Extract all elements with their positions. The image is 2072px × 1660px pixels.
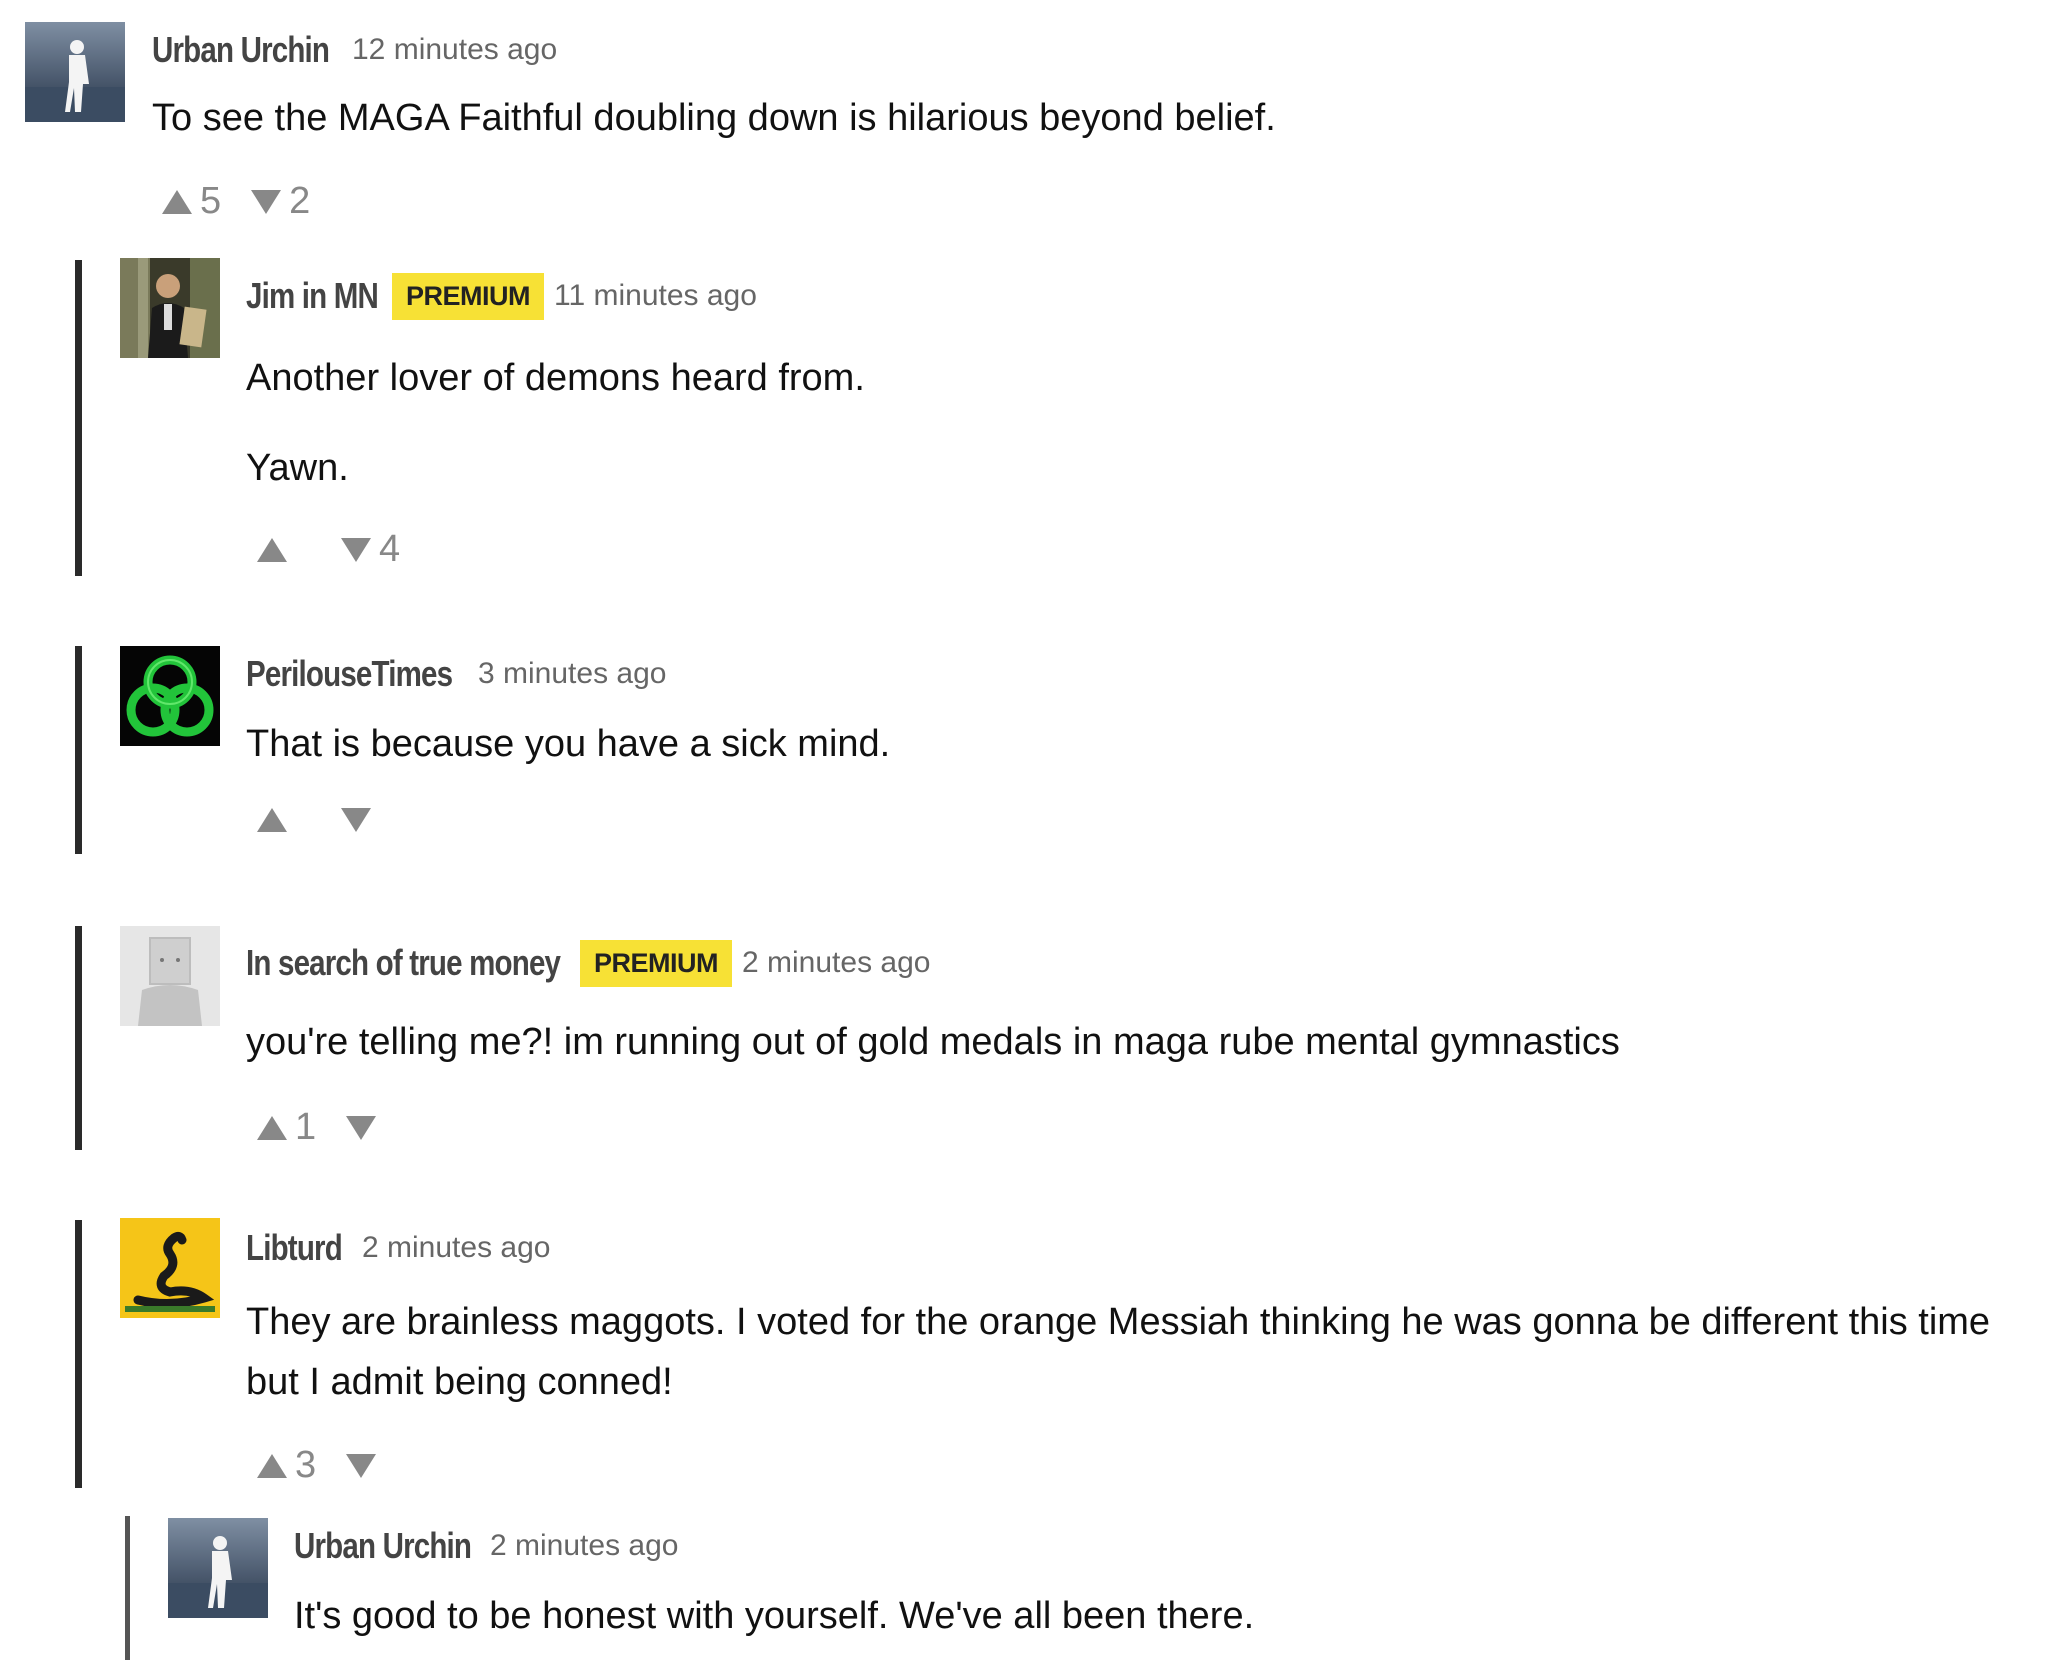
downvote-button[interactable]: [346, 1453, 394, 1478]
premium-badge: PREMIUM: [392, 272, 544, 320]
comment-body: That is because you have a sick mind.: [246, 714, 2026, 774]
thread-rail: [75, 260, 82, 576]
avatar[interactable]: [120, 646, 220, 746]
urban-urchin-avatar: [168, 1518, 268, 1618]
avatar[interactable]: [25, 22, 125, 122]
comment-text: That is because you have a sick mind.: [246, 723, 891, 765]
vote-bar: 5 2: [162, 180, 310, 223]
downvote-icon: [251, 189, 282, 214]
urban-urchin-avatar: [25, 22, 125, 122]
comment-text: you're telling me?! im running out of go…: [246, 1021, 1620, 1063]
comment-author[interactable]: Libturd: [246, 1227, 343, 1269]
box-head-avatar: [120, 926, 220, 1026]
avatar[interactable]: [120, 1218, 220, 1318]
upvote-count: 1: [295, 1106, 317, 1148]
comment-body: They are brainless maggots. I voted for …: [246, 1292, 2036, 1412]
downvote-count: 4: [379, 528, 401, 570]
downvote-icon: [341, 537, 371, 562]
thread-rail: [75, 926, 82, 1150]
thread-rail: [75, 646, 82, 854]
jim-avatar: [120, 258, 220, 358]
comment-body: Another lover of demons heard from. Yawn…: [246, 348, 2026, 498]
comment-body: you're telling me?! im running out of go…: [246, 1012, 2026, 1072]
comment-author[interactable]: Urban Urchin: [294, 1525, 472, 1567]
comment-author[interactable]: PerilouseTimes: [246, 653, 453, 695]
thread-rail: [125, 1516, 130, 1660]
comment-timestamp[interactable]: 2 minutes ago: [742, 946, 930, 980]
upvote-button[interactable]: [257, 537, 305, 562]
comment-body: It's good to be honest with yourself. We…: [294, 1586, 2034, 1646]
comment-body: To see the MAGA Faithful doubling down i…: [152, 88, 2002, 148]
comment-text: Yawn.: [246, 447, 349, 489]
downvote-button[interactable]: 2: [251, 180, 310, 223]
vote-bar: 4: [257, 528, 400, 571]
upvote-button[interactable]: 3: [257, 1444, 316, 1487]
premium-badge: PREMIUM: [580, 939, 732, 987]
comment-timestamp[interactable]: 11 minutes ago: [554, 279, 757, 313]
comment-timestamp[interactable]: 2 minutes ago: [490, 1529, 678, 1563]
upvote-button[interactable]: 1: [257, 1106, 316, 1149]
thread-rail: [75, 1220, 82, 1488]
vote-bar: [257, 808, 389, 832]
comment-text: They are brainless maggots. I voted for …: [246, 1301, 1991, 1403]
vote-bar: 1: [257, 1106, 394, 1149]
comment-author[interactable]: In search of true money: [246, 942, 561, 984]
downvote-button[interactable]: [346, 1115, 394, 1140]
downvote-count: 2: [289, 180, 311, 222]
avatar[interactable]: [168, 1518, 268, 1618]
downvote-button[interactable]: [341, 808, 389, 832]
upvote-count: 5: [200, 180, 222, 222]
vote-bar: 3: [257, 1444, 394, 1487]
upvote-button[interactable]: [257, 808, 305, 832]
upvote-icon: [257, 1453, 287, 1478]
gadsden-flag-avatar: [120, 1218, 220, 1318]
comment-timestamp[interactable]: 3 minutes ago: [478, 657, 666, 691]
upvote-icon: [257, 1115, 287, 1140]
avatar[interactable]: [120, 926, 220, 1026]
avatar[interactable]: [120, 258, 220, 358]
comment-author[interactable]: Urban Urchin: [152, 29, 330, 71]
comment-timestamp[interactable]: 2 minutes ago: [362, 1231, 550, 1265]
upvote-icon: [162, 189, 192, 214]
comment-timestamp[interactable]: 12 minutes ago: [352, 33, 557, 67]
downvote-icon: [346, 1453, 377, 1478]
comment-text: To see the MAGA Faithful doubling down i…: [152, 97, 1276, 139]
upvote-button[interactable]: 5: [162, 180, 221, 223]
upvote-icon: [257, 537, 287, 562]
green-knot-avatar: [120, 646, 220, 746]
comment-text: It's good to be honest with yourself. We…: [294, 1595, 1255, 1637]
comment-text: Another lover of demons heard from.: [246, 357, 865, 399]
downvote-icon: [346, 1115, 377, 1140]
downvote-icon: [341, 808, 371, 832]
downvote-button[interactable]: 4: [341, 528, 400, 571]
comment-author[interactable]: Jim in MN: [246, 275, 379, 317]
upvote-count: 3: [295, 1444, 317, 1486]
upvote-icon: [257, 808, 287, 832]
